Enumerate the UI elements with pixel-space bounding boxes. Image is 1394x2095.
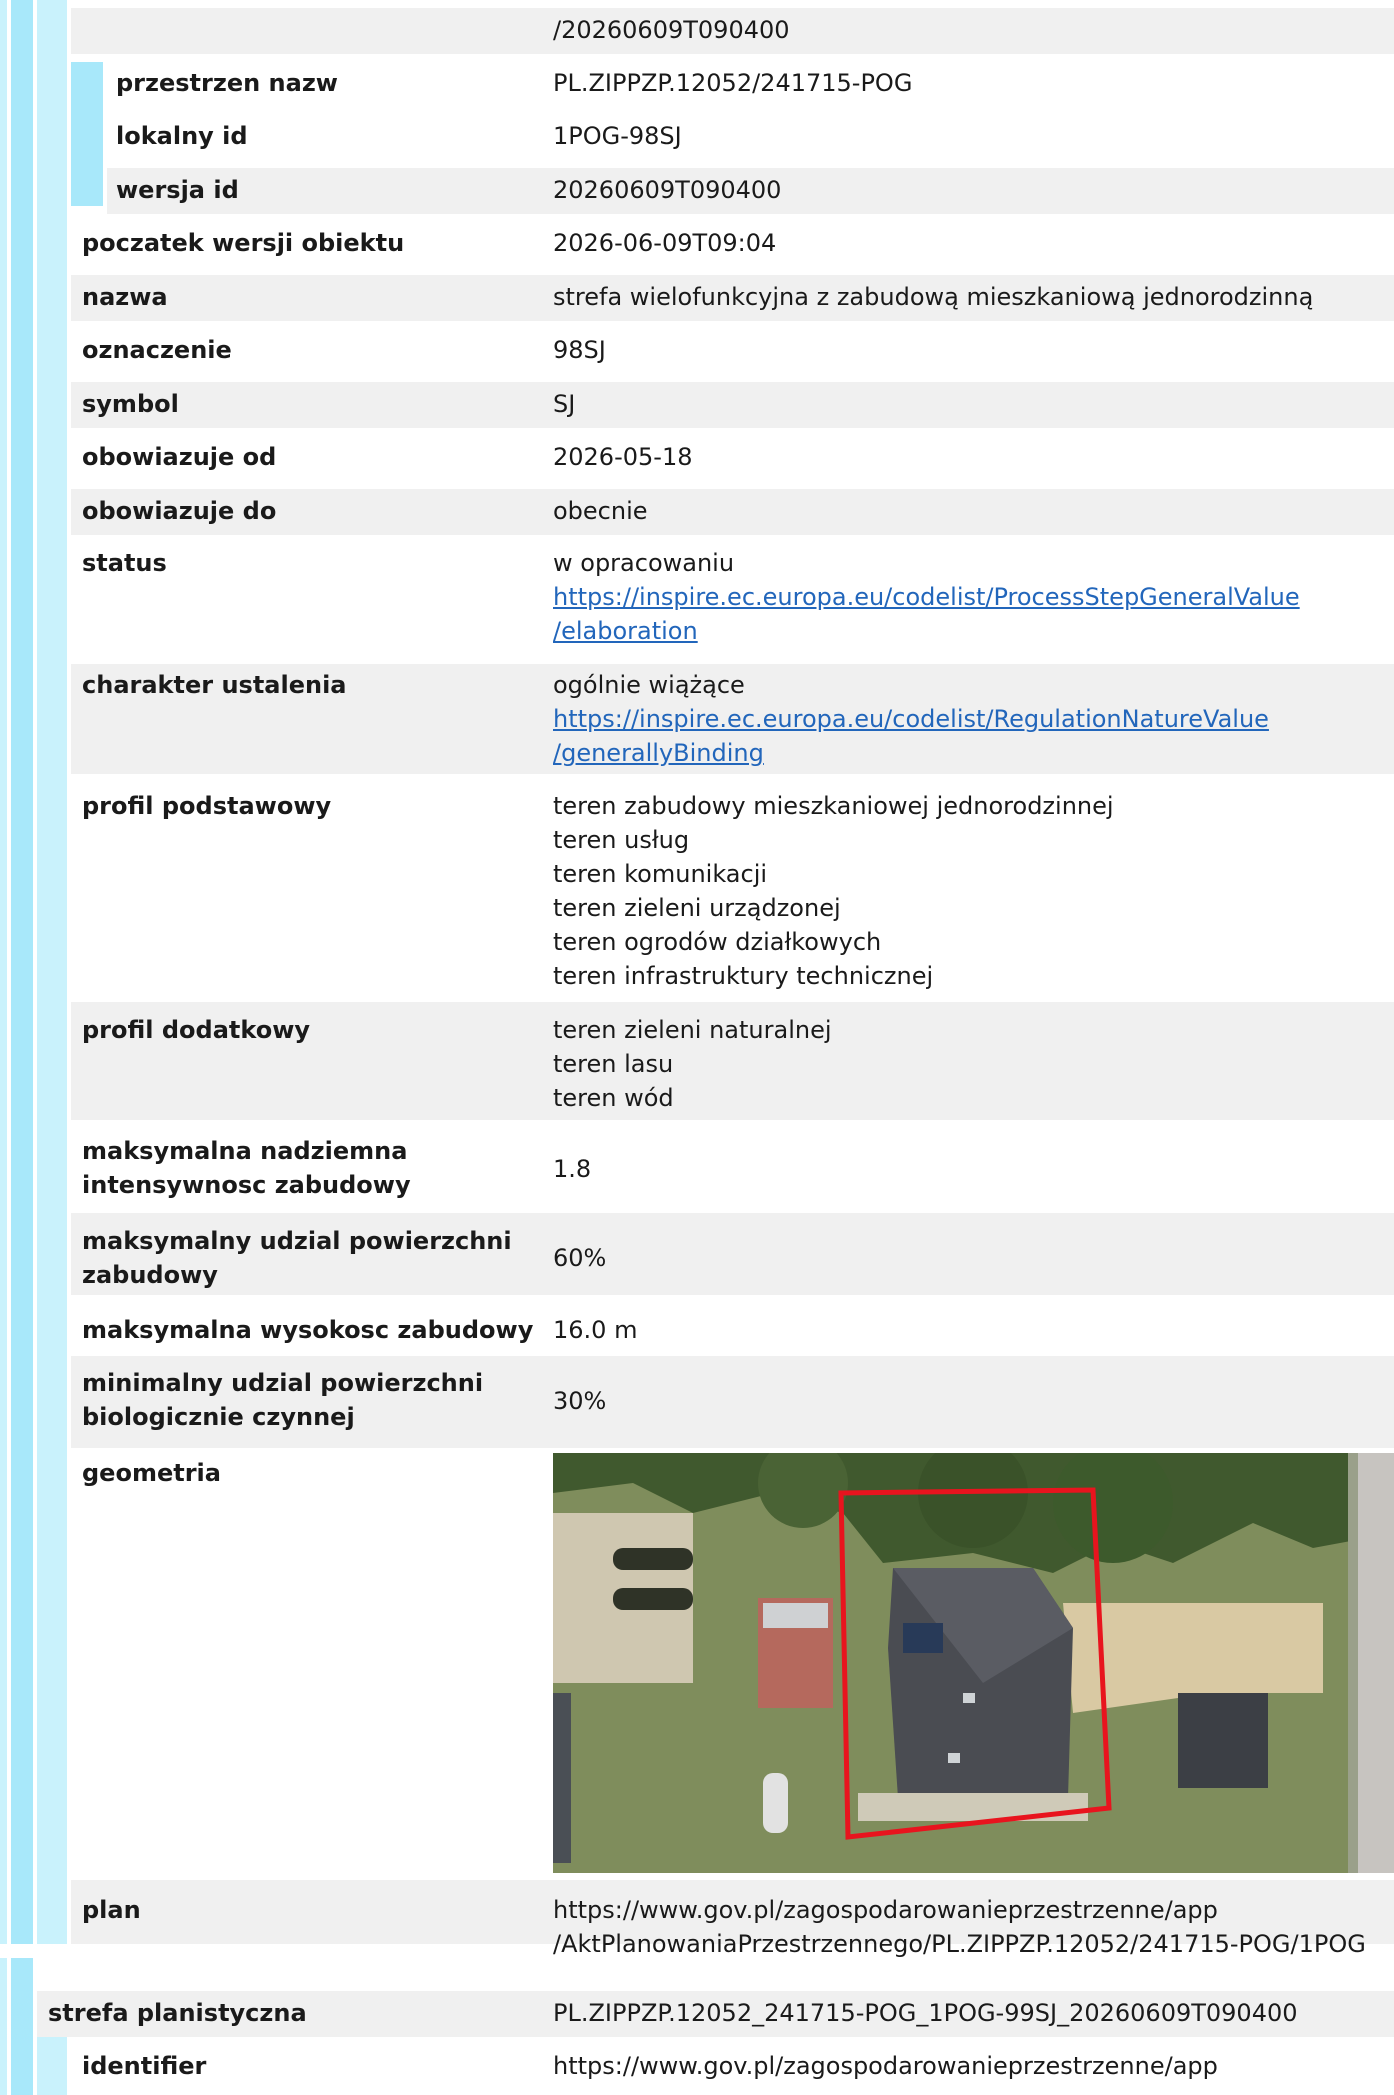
max-udzial-label: maksymalny udzial powierzchni zabudowy — [82, 1224, 512, 1292]
strefa-planistyczna-label: strefa planistyczna — [48, 1999, 307, 2027]
nazwa-value: strefa wielofunkcyjna z zabudową mieszka… — [553, 283, 1314, 311]
przestrzen-nazw-label: przestrzen nazw — [116, 69, 338, 97]
nesting-bar-level-2 — [11, 0, 33, 1944]
charakter-codelist-link[interactable]: https://inspire.ec.europa.eu/codelist/Re… — [553, 702, 1269, 770]
min-bio-value: 30% — [553, 1387, 607, 1415]
status-link-line-2[interactable]: /elaboration — [553, 614, 1300, 648]
max-intensywnosc-label-line-1: maksymalna nadziemna — [82, 1137, 408, 1165]
max-intensywnosc-label-line-2: intensywnosc zabudowy — [82, 1171, 411, 1199]
charakter-value: ogólnie wiążące https://inspire.ec.europ… — [553, 668, 1269, 770]
geometry-aerial-map[interactable] — [553, 1453, 1394, 1873]
profil-dodatkowy-label: profil dodatkowy — [82, 1016, 311, 1044]
max-intensywnosc-label: maksymalna nadziemna intensywnosc zabudo… — [82, 1134, 411, 1202]
obowiazuje-od-label: obowiazuje od — [82, 443, 277, 471]
status-codelist-link[interactable]: https://inspire.ec.europa.eu/codelist/Pr… — [553, 580, 1300, 648]
symbol-value: SJ — [553, 390, 576, 418]
obowiazuje-do-label: obowiazuje do — [82, 497, 277, 525]
row-bg-symbol — [71, 382, 1394, 428]
profil-podstawowy-item: teren usług — [553, 826, 690, 854]
poczatek-wersji-label: poczatek wersji obiektu — [82, 229, 405, 257]
max-udzial-label-line-2: zabudowy — [82, 1261, 218, 1289]
wersja-id-label: wersja id — [116, 176, 239, 204]
identifier-value-continuation: /20260609T090400 — [553, 16, 790, 44]
profil-podstawowy-item: teren ogrodów działkowych — [553, 928, 882, 956]
max-udzial-label-line-1: maksymalny udzial powierzchni — [82, 1227, 512, 1255]
min-bio-label-line-1: minimalny udzial powierzchni — [82, 1369, 484, 1397]
nesting-bar-level-4 — [71, 62, 103, 206]
plan-url-line-2: /AktPlanowaniaPrzestrzennego/PL.ZIPPZP.1… — [553, 1930, 1366, 1958]
status-link-line-1[interactable]: https://inspire.ec.europa.eu/codelist/Pr… — [553, 580, 1300, 614]
profil-podstawowy-label: profil podstawowy — [82, 792, 332, 820]
charakter-label: charakter ustalenia — [82, 671, 347, 699]
max-wysokosc-value: 16.0 m — [553, 1316, 638, 1344]
przestrzen-nazw-value: PL.ZIPPZP.12052/241715-POG — [553, 69, 913, 97]
status-text: w opracowaniu — [553, 549, 735, 577]
obowiazuje-od-value: 2026-05-18 — [553, 443, 693, 471]
profil-podstawowy-item: teren infrastruktury technicznej — [553, 962, 934, 990]
plan-label: plan — [82, 1896, 141, 1924]
identifier-label: identifier — [82, 2052, 207, 2080]
profil-podstawowy-item: teren zabudowy mieszkaniowej jednorodzin… — [553, 792, 1114, 820]
nazwa-label: nazwa — [82, 283, 168, 311]
obowiazuje-do-value: obecnie — [553, 497, 648, 525]
lokalny-id-label: lokalny id — [116, 122, 248, 150]
symbol-label: symbol — [82, 390, 179, 418]
aerial-map-image — [553, 1453, 1394, 1873]
oznaczenie-value: 98SJ — [553, 336, 606, 364]
identifier-value: https://www.gov.pl/zagospodarowanieprzes… — [553, 2052, 1218, 2080]
wersja-id-value: 20260609T090400 — [553, 176, 782, 204]
profil-podstawowy-list: teren zabudowy mieszkaniowej jednorodzin… — [553, 789, 1114, 993]
profil-dodatkowy-list: teren zieleni naturalnej teren lasu tere… — [553, 1013, 832, 1115]
min-bio-label-line-2: biologicznie czynnej — [82, 1403, 355, 1431]
oznaczenie-label: oznaczenie — [82, 336, 232, 364]
poczatek-wersji-value: 2026-06-09T09:04 — [553, 229, 777, 257]
strefa-planistyczna-value: PL.ZIPPZP.12052_241715-POG_1POG-99SJ_202… — [553, 1999, 1298, 2027]
status-value: w opracowaniu https://inspire.ec.europa.… — [553, 546, 1300, 648]
nesting-bar-level-1-next — [0, 1958, 7, 2095]
max-wysokosc-label: maksymalna wysokosc zabudowy — [82, 1316, 534, 1344]
profil-dodatkowy-item: teren wód — [553, 1084, 674, 1112]
charakter-text: ogólnie wiążące — [553, 671, 745, 699]
max-intensywnosc-value: 1.8 — [553, 1155, 592, 1183]
charakter-link-line-2[interactable]: /generallyBinding — [553, 736, 1269, 770]
min-bio-label: minimalny udzial powierzchni biologiczni… — [82, 1366, 483, 1434]
nesting-bar-level-3 — [37, 0, 67, 1944]
status-label: status — [82, 549, 167, 577]
geometria-label: geometria — [82, 1459, 221, 1487]
lokalny-id-value: 1POG-98SJ — [553, 122, 682, 150]
profil-dodatkowy-item: teren zieleni naturalnej — [553, 1016, 832, 1044]
nesting-bar-level-1 — [0, 0, 7, 1944]
profil-podstawowy-item: teren komunikacji — [553, 860, 768, 888]
plan-url-line-1: https://www.gov.pl/zagospodarowanieprzes… — [553, 1896, 1218, 1924]
nesting-bar-level-2-next — [11, 1958, 33, 2095]
charakter-link-line-1[interactable]: https://inspire.ec.europa.eu/codelist/Re… — [553, 702, 1269, 736]
profil-dodatkowy-item: teren lasu — [553, 1050, 674, 1078]
profil-podstawowy-item: teren zieleni urządzonej — [553, 894, 841, 922]
max-udzial-value: 60% — [553, 1244, 607, 1272]
plan-value: https://www.gov.pl/zagospodarowanieprzes… — [553, 1893, 1366, 1961]
